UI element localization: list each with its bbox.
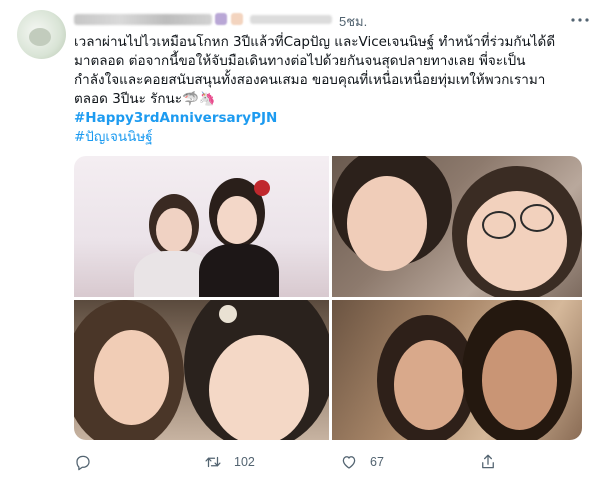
hashtag-link[interactable]: #ปัญเจนนิษฐ์ — [74, 128, 579, 147]
photo-4[interactable] — [332, 300, 582, 440]
tweet-text-line: เวลาผ่านไปไวเหมือนโกหก 3ปีแล้วที่Capปัญ … — [74, 34, 556, 50]
tweet-text-line: ตลอด 3ปีนะ รักนะ🦈🦄 — [74, 91, 216, 107]
avatar-shape — [29, 28, 51, 46]
retweet-icon — [205, 456, 221, 468]
share-icon — [482, 454, 494, 469]
retweet-button[interactable]: 102 — [204, 452, 255, 472]
display-name-blurred[interactable] — [74, 14, 212, 25]
name-emoji-blurred — [215, 13, 227, 25]
more-options-icon[interactable] — [569, 14, 591, 26]
timestamp[interactable]: 5ชม. — [339, 11, 367, 32]
photo-3[interactable] — [74, 300, 329, 440]
media-grid — [74, 156, 582, 440]
reply-button[interactable] — [74, 452, 92, 472]
photo-1[interactable] — [74, 156, 329, 297]
username-blurred[interactable] — [250, 15, 332, 24]
photo-2[interactable] — [332, 156, 582, 297]
tweet-actions: 102 67 — [74, 452, 584, 474]
tweet-text-line: กำลังใจและคอยสนับสนุนทั้งสองคนเสมอ ขอบคุ… — [74, 72, 546, 88]
tweet-text-line: มาตลอด ต่อจากนี้ขอให้จับมือเดินทางต่อไปด… — [74, 53, 526, 69]
tweet[interactable]: 5ชม. เวลาผ่านไปไวเหมือนโกหก 3ปีแล้วที่Ca… — [0, 0, 596, 480]
tweet-header: 5ชม. — [74, 10, 589, 29]
retweet-count: 102 — [234, 455, 255, 469]
like-count: 67 — [370, 455, 384, 469]
tweet-text: เวลาผ่านไปไวเหมือนโกหก 3ปีแล้วที่Capปัญ … — [74, 33, 579, 147]
like-icon — [342, 456, 356, 469]
avatar[interactable] — [17, 10, 66, 59]
hashtag-link[interactable]: #Happy3rdAnniversaryPJN — [74, 109, 579, 128]
reply-icon — [76, 455, 90, 471]
share-button[interactable] — [479, 452, 497, 472]
name-emoji-blurred — [231, 13, 243, 25]
like-button[interactable]: 67 — [340, 452, 384, 472]
